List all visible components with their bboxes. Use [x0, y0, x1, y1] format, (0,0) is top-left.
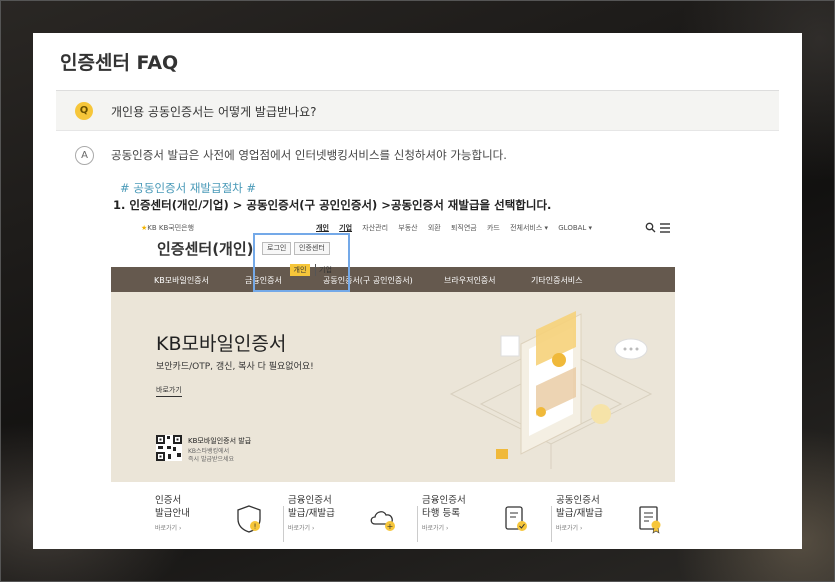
search-icon[interactable] [645, 222, 656, 233]
card-title-line2: 발급/재발급 [288, 508, 335, 519]
qr-code-icon[interactable] [156, 435, 182, 461]
faq-question-row[interactable]: Q 개인용 공동인증서는 어떻게 발급받나요? [56, 90, 779, 131]
qr-subtitle: KB스타뱅킹에서 즉시 발급받으세요 [188, 448, 234, 464]
card-title-line2: 발급안내 [155, 508, 190, 519]
svg-text:!: ! [254, 523, 257, 531]
bank-name: KB국민은행 [158, 224, 195, 232]
question-text: 개인용 공동인증서는 어떻게 발급받나요? [111, 105, 317, 119]
card-other-bank-register[interactable]: 금융인증서 타행 등록 바로가기 › [422, 494, 552, 549]
card-link[interactable]: 바로가기 › [155, 523, 285, 532]
card-cert-guide[interactable]: 인증서 발급안내 바로가기 › ! [155, 494, 285, 549]
svg-text:+: + [387, 522, 394, 531]
nav-realestate[interactable]: 부동산 [398, 224, 417, 232]
page-title: 인증센터 FAQ [60, 52, 179, 74]
hero-title: KB모바일인증서 [156, 333, 287, 355]
nav-forex[interactable]: 외환 [428, 224, 441, 232]
nav-all-services[interactable]: 전체서비스 ▾ [510, 224, 548, 232]
nav-pension[interactable]: 퇴직연금 [451, 224, 477, 232]
nav-personal[interactable]: 개인 [316, 224, 329, 232]
cloud-icon: + [370, 511, 395, 531]
qr-subtitle-line1: KB스타뱅킹에서 [188, 448, 230, 455]
card-divider [551, 506, 552, 542]
qr-subtitle-line2: 즉시 발급받으세요 [188, 456, 235, 463]
nav-global[interactable]: GLOBAL ▾ [558, 224, 592, 232]
faq-panel: 인증센터 FAQ Q 개인용 공동인증서는 어떻게 발급받나요? A 공동인증서… [33, 33, 802, 549]
menu-icon[interactable] [660, 223, 670, 233]
question-badge: Q [75, 102, 93, 120]
card-link[interactable]: 바로가기 › [288, 523, 418, 532]
site-title: 인증센터(개인) [157, 240, 254, 258]
answer-text: 공동인증서 발급은 사전에 영업점에서 인터넷뱅킹서비스를 신청하셔야 가능합니… [111, 148, 507, 162]
menu-kb-mobile-cert[interactable]: KB모바일인증서 [154, 275, 209, 286]
qr-title: KB모바일인증서 발급 [188, 437, 252, 445]
certificate-icon [639, 506, 661, 534]
card-title-line1: 금융인증서 [422, 495, 466, 506]
kb-site-screenshot: ★KB KB국민은행 인증센터(개인) 로그인 인증센터 개인 기업 자산관리 … [111, 212, 675, 549]
hero-banner: KB모바일인증서 보안카드/OTP, 갱신, 복사 다 필요없어요! 바로가기 … [111, 292, 675, 482]
top-nav: 개인 기업 자산관리 부동산 외환 퇴직연금 카드 전체서비스 ▾ GLOBAL… [316, 223, 600, 233]
service-cards: 인증서 발급안내 바로가기 › ! 금융인증서 발급/재발급 바로가기 › + [141, 486, 675, 549]
nav-card[interactable]: 카드 [487, 224, 500, 232]
phone-illustration [449, 311, 653, 469]
hero-link[interactable]: 바로가기 [156, 385, 182, 397]
card-financial-cert[interactable]: 금융인증서 발급/재발급 바로가기 › + [288, 494, 418, 549]
menu-browser-cert[interactable]: 브라우저인증서 [444, 275, 496, 286]
card-title-line2: 타행 등록 [422, 508, 460, 519]
card-joint-cert[interactable]: 공동인증서 발급/재발급 바로가기 › [556, 494, 675, 549]
document-check-icon [505, 506, 527, 531]
highlight-box [253, 233, 350, 292]
card-divider [417, 506, 418, 542]
shield-icon: ! [237, 505, 261, 533]
answer-badge: A [75, 146, 94, 165]
main-menu-bar: KB모바일인증서 금융인증서 공동인증서(구 공인인증서) 브라우저인증서 기타… [111, 267, 675, 292]
nav-corporate[interactable]: 기업 [339, 224, 352, 232]
hero-subtitle: 보안카드/OTP, 갱신, 복사 다 필요없어요! [156, 362, 314, 372]
card-link[interactable]: 바로가기 › [422, 523, 552, 532]
kb-logo: ★KB KB국민은행 [141, 224, 195, 232]
card-title-line1: 인증서 [155, 495, 182, 506]
step-1-text: 1. 인증센터(개인/기업) > 공동인증서(구 공인인증서) >공동인증서 재… [113, 198, 552, 212]
top-icons [645, 222, 671, 237]
card-title-line1: 금융인증서 [288, 495, 332, 506]
nav-asset[interactable]: 자산관리 [362, 224, 388, 232]
card-divider [283, 506, 284, 542]
menu-other-cert[interactable]: 기타인증서비스 [531, 275, 583, 286]
procedure-heading: # 공동인증서 재발급절차 # [120, 181, 257, 195]
